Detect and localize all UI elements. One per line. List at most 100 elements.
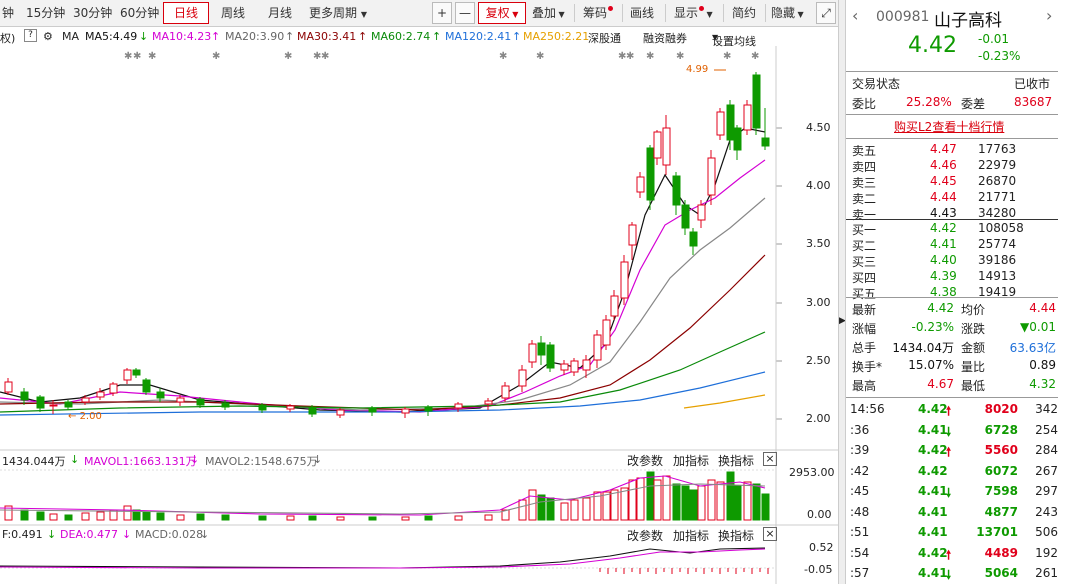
bid-price: 4.40 — [930, 253, 957, 267]
tick-price: 4.41 — [918, 566, 948, 580]
volume-bar — [156, 512, 165, 521]
candle-body — [336, 409, 345, 416]
low-annotation: ← 2.00 — [68, 411, 102, 422]
event-star-icon: ✱ — [284, 51, 292, 62]
volume-bar — [628, 479, 637, 521]
weibi-value: 25.28% — [906, 95, 952, 109]
dea-line — [0, 548, 766, 569]
stat-value: -0.23% — [911, 320, 954, 334]
arrow-down-icon: ↓ — [313, 453, 323, 466]
vol-huanzhibiao-button[interactable]: 换指标 — [718, 452, 754, 469]
stock-code: 000981 — [876, 9, 930, 25]
candle-body — [424, 406, 433, 412]
vol-axis-top: 2953.00 — [789, 466, 835, 479]
candle-body — [560, 363, 569, 371]
divider — [846, 297, 1058, 298]
close-icon[interactable]: × — [763, 452, 777, 466]
volume-bar — [49, 513, 58, 521]
candle-body — [689, 231, 698, 247]
candle-body — [286, 405, 295, 410]
tick-price: 4.41 — [918, 484, 948, 498]
volume-bar — [672, 483, 681, 521]
price-change-pct: -0.23% — [978, 49, 1021, 63]
volume-bar — [602, 491, 611, 521]
stat-label: 换手* — [852, 360, 883, 374]
tick-time: :57 — [850, 566, 870, 580]
candle-body — [518, 369, 527, 387]
candle-body — [662, 127, 671, 166]
weibi-label: 委比 — [852, 97, 877, 111]
volume-bar — [221, 514, 230, 521]
candle-body — [752, 74, 761, 129]
stat-value: 15.07% — [908, 358, 954, 372]
ask-volume: 34280 — [978, 206, 1017, 220]
candle-body — [570, 360, 579, 373]
event-star-icon: ✱ — [646, 51, 654, 62]
volume-bar — [752, 483, 761, 521]
volume-bar — [716, 481, 725, 521]
stat-label: 最新 — [852, 303, 877, 317]
kline-chart[interactable]: ✱ ✱ ✱ ✱ ✱ ✱ ✱ ✱ ✱ ✱ ✱ ✱ ✱ ✱ ✱ — [0, 0, 838, 584]
vol-jiazhibiao-button[interactable]: 加指标 — [673, 452, 709, 469]
candle-body — [109, 383, 118, 394]
volume-bar — [570, 499, 579, 521]
arrow-down-icon: ↓ — [190, 453, 200, 466]
macd-huanzhibiao-button[interactable]: 换指标 — [718, 527, 754, 544]
volume-pane — [0, 469, 776, 521]
ask-volume: 21771 — [978, 190, 1017, 204]
event-star-icon: ✱ — [148, 51, 156, 62]
vol-gaicanshu-button[interactable]: 改参数 — [627, 452, 663, 469]
tick-row: :36 4.41 🠗 6728 254 — [846, 421, 1058, 440]
l2-link[interactable]: 购买L2查看十档行情 — [894, 118, 1004, 135]
candle-body — [501, 385, 510, 399]
prev-stock-icon[interactable]: ‹ — [852, 6, 858, 25]
event-star-icon: ✱ — [676, 51, 684, 62]
stat-value: 0.89 — [1029, 358, 1056, 372]
volume-bar — [424, 515, 433, 521]
tick-row: :54 4.42 🠕 4489 192 — [846, 544, 1058, 563]
tick-row: :51 4.41 13701 506 — [846, 523, 1058, 542]
price-tick-label: 3.50 — [806, 237, 831, 250]
candle-body — [537, 342, 546, 356]
candle-body — [4, 381, 13, 393]
next-stock-icon[interactable]: › — [1046, 6, 1052, 25]
dif-line — [0, 547, 766, 569]
event-star-icon: ✱ — [124, 51, 132, 62]
bid-volume: 25774 — [978, 237, 1017, 251]
stat-label: 涨跌 — [961, 322, 986, 336]
candle-body — [401, 408, 410, 414]
candle-body — [36, 396, 45, 409]
volume-bar — [336, 516, 345, 521]
volume-bar — [368, 516, 377, 521]
tick-volume: 8020 — [984, 402, 1018, 416]
bid-price: 4.39 — [930, 269, 957, 283]
stat-value: 4.42 — [927, 301, 954, 315]
tick-count: 342 — [1035, 402, 1058, 416]
event-star-icon: ✱ — [723, 51, 731, 62]
tick-volume: 4489 — [984, 545, 1018, 560]
event-markers: ✱ ✱ ✱ ✱ ✱ ✱ ✱ ✱ ✱ ✱ ✱ ✱ ✱ ✱ ✱ — [124, 51, 759, 62]
close-icon[interactable]: × — [763, 527, 777, 541]
tick-time: :48 — [850, 504, 870, 519]
bid-volume: 14913 — [978, 269, 1017, 283]
stat-label: 最高 — [852, 379, 877, 393]
candle-body — [628, 224, 637, 246]
ask-price: 4.45 — [930, 174, 957, 188]
candle-body — [672, 175, 681, 206]
candle-body — [132, 369, 141, 376]
macd-gaicanshu-button[interactable]: 改参数 — [627, 527, 663, 544]
macd-jiazhibiao-button[interactable]: 加指标 — [673, 527, 709, 544]
macd-pane — [0, 547, 776, 574]
stats-row: 换手* 15.07% 量比 0.89 — [846, 356, 1058, 375]
volume-bar — [20, 509, 29, 521]
tick-price: 4.41 — [918, 422, 948, 437]
vol-axis-bottom: 0.00 — [807, 508, 832, 521]
macd-header: F:0.491 ↓ DEA:0.477 ↓ MACD:0.028 ↓ 改参数 加… — [0, 527, 838, 543]
stats-row: 最新 4.42 均价 4.44 — [846, 299, 1058, 318]
tick-count: 506 — [1035, 525, 1058, 539]
volume-header: 1434.044万 ↓ MAVOL1:1663.131万 ↓ MAVOL2:15… — [0, 452, 838, 468]
volume-bar — [308, 515, 317, 521]
candle-body — [368, 407, 377, 413]
candle-body — [602, 319, 611, 346]
candle-body — [258, 404, 267, 411]
